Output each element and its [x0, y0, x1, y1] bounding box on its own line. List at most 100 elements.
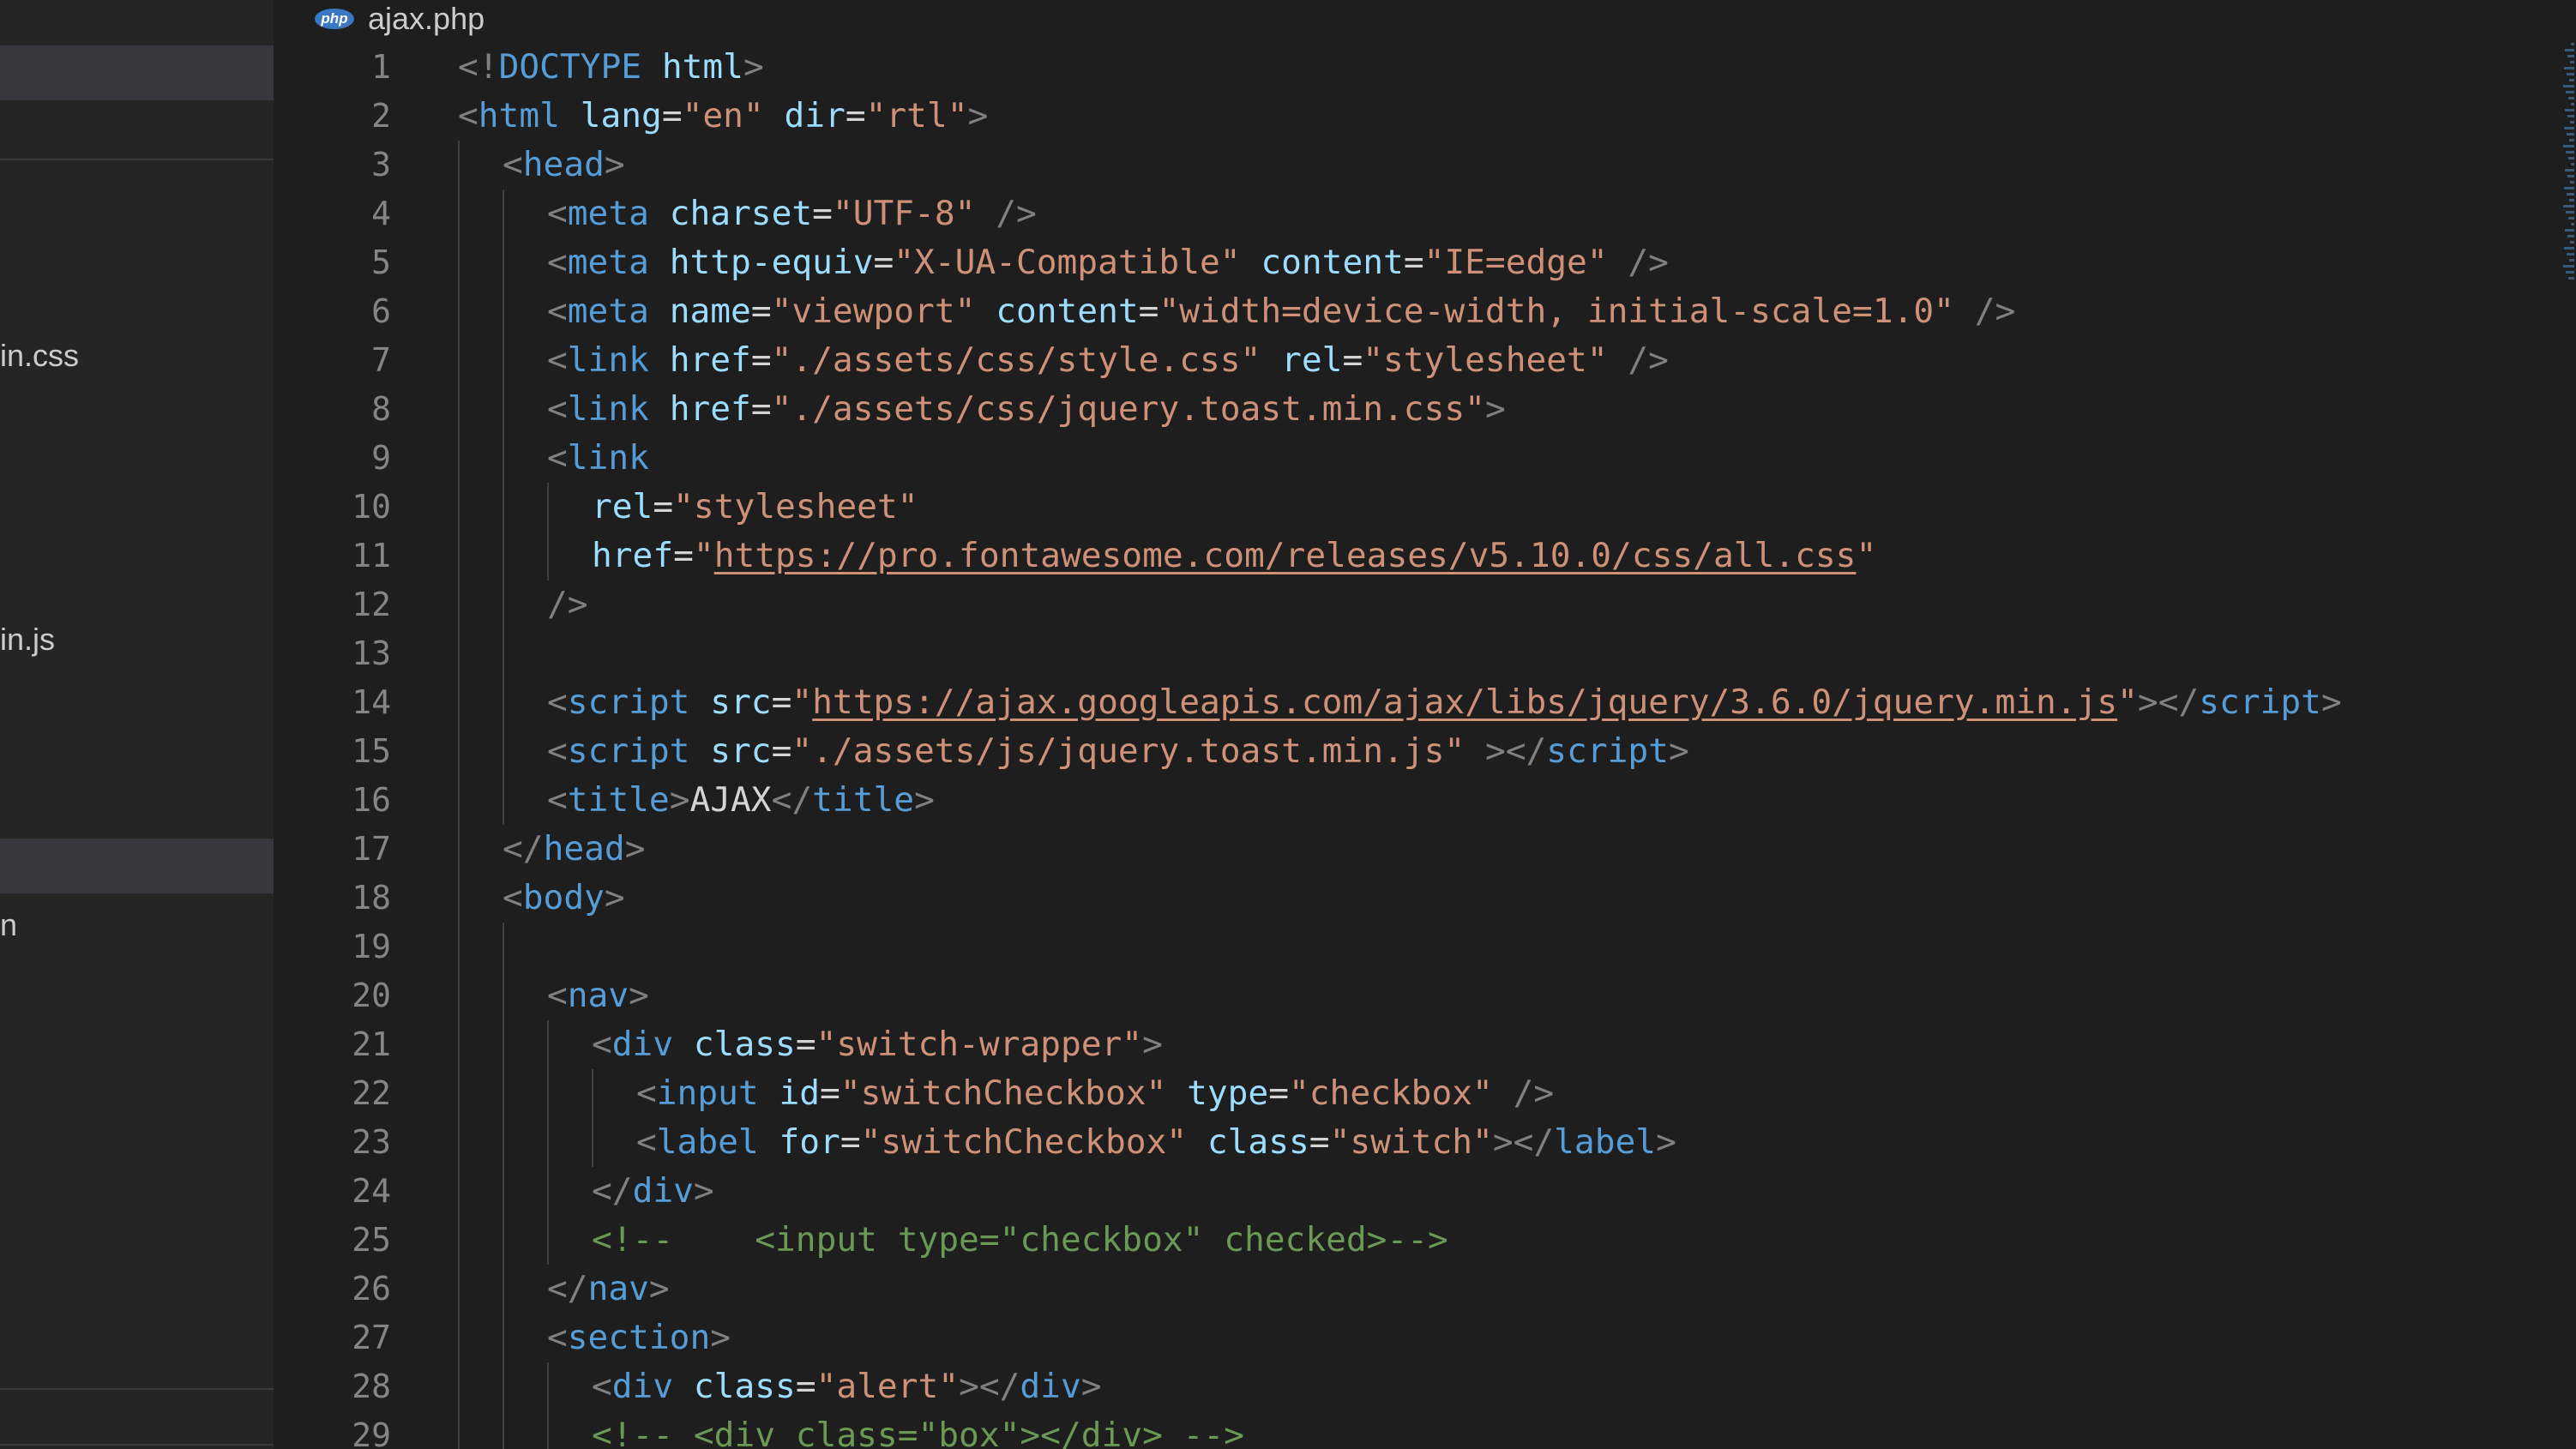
- code-line[interactable]: 23 <label for="switchCheckbox" class="swi…: [274, 1118, 2520, 1167]
- code-text: </div>: [592, 1171, 714, 1211]
- code-line[interactable]: 16 <title>AJAX</title>: [274, 776, 2520, 825]
- line-number: 22: [352, 1074, 391, 1112]
- indent-guide: [458, 1265, 460, 1314]
- minimap-line: [2568, 97, 2574, 99]
- code-line[interactable]: 11 href="https://pro.fontawesome.com/rele…: [274, 532, 2520, 580]
- line-number: 14: [352, 683, 391, 721]
- line-number: 12: [352, 586, 391, 623]
- indent-guide: [458, 287, 460, 336]
- line-number: 2: [371, 97, 391, 135]
- line-number: 17: [352, 830, 391, 868]
- minimap-line: [2570, 121, 2574, 123]
- code-line[interactable]: 22 <input id="switchCheckbox" type="check…: [274, 1069, 2520, 1118]
- minimap-line: [2571, 103, 2574, 105]
- indent-guide: [458, 483, 460, 532]
- code-line[interactable]: 8 <link href="./assets/css/jquery.toast.m…: [274, 385, 2520, 434]
- line-number: 29: [352, 1416, 391, 1449]
- indent-guide: [547, 483, 549, 532]
- editor-tab[interactable]: php ajax.php: [315, 0, 485, 38]
- code-text: rel="stylesheet": [592, 487, 918, 526]
- sidebar-item-label[interactable]: in.css: [0, 328, 79, 383]
- minimap-line: [2567, 115, 2574, 117]
- minimap-line: [2563, 145, 2574, 147]
- code-line[interactable]: 5 <meta http-equiv="X-UA-Compatible" cont…: [274, 238, 2520, 287]
- code-line[interactable]: 10 rel="stylesheet": [274, 483, 2520, 532]
- code-line[interactable]: 26 </nav>: [274, 1265, 2520, 1314]
- code-text: </nav>: [547, 1269, 670, 1308]
- code-line[interactable]: 1 <!DOCTYPE html>: [274, 43, 2520, 92]
- url-link[interactable]: https://ajax.googleapis.com/ajax/libs/jq…: [812, 682, 2117, 722]
- sidebar-selected-row[interactable]: [0, 45, 274, 100]
- line-number: 21: [352, 1025, 391, 1063]
- minimap-line: [2565, 229, 2574, 231]
- code-line[interactable]: 25 <!-- <input type="checkbox" checked>--…: [274, 1216, 2520, 1265]
- url-link[interactable]: https://pro.fontawesome.com/releases/v5.…: [714, 536, 1857, 575]
- code-line[interactable]: 7 <link href="./assets/css/style.css" rel…: [274, 336, 2520, 385]
- code-line[interactable]: 19: [274, 923, 2520, 971]
- code-line[interactable]: 28 <div class="alert"></div>: [274, 1362, 2520, 1411]
- line-number: 18: [352, 879, 391, 917]
- sidebar-divider: [0, 1388, 274, 1390]
- indent-guide: [503, 532, 504, 580]
- code-line[interactable]: 29 <!-- <div class="box"></div> -->: [274, 1411, 2520, 1449]
- code-line[interactable]: 14 <script src="https://ajax.googleapis.c…: [274, 678, 2520, 727]
- indent-guide: [503, 971, 504, 1020]
- line-number: 11: [352, 537, 391, 574]
- code-text: <input id="switchCheckbox" type="checkbo…: [636, 1073, 1555, 1113]
- minimap-line: [2565, 169, 2574, 171]
- code-line[interactable]: 6 <meta name="viewport" content="width=de…: [274, 287, 2520, 336]
- code-text: <!DOCTYPE html>: [458, 47, 764, 87]
- code-line[interactable]: 17 </head>: [274, 825, 2520, 874]
- indent-guide: [503, 1314, 504, 1362]
- code-line[interactable]: 24 </div>: [274, 1167, 2520, 1216]
- line-number: 4: [371, 195, 391, 232]
- minimap[interactable]: [2555, 0, 2576, 1449]
- line-number: 16: [352, 781, 391, 819]
- indent-guide: [458, 141, 460, 189]
- code-line[interactable]: 9 <link: [274, 434, 2520, 483]
- code-text: <title>AJAX</title>: [547, 780, 935, 820]
- code-line[interactable]: 21 <div class="switch-wrapper">: [274, 1020, 2520, 1069]
- code-line[interactable]: 20 <nav>: [274, 971, 2520, 1020]
- indent-guide: [458, 385, 460, 434]
- minimap-line: [2563, 85, 2574, 87]
- code-text: <head>: [503, 145, 625, 184]
- line-number: 8: [371, 390, 391, 428]
- indent-guide: [458, 1020, 460, 1069]
- code-line[interactable]: 27 <section>: [274, 1314, 2520, 1362]
- minimap-line: [2563, 265, 2574, 268]
- sidebar-item-label[interactable]: in.js: [0, 612, 55, 667]
- indent-guide: [458, 1411, 460, 1449]
- code-line[interactable]: 2 <html lang="en" dir="rtl">: [274, 92, 2520, 141]
- line-number: 1: [371, 48, 391, 86]
- indent-guide: [503, 678, 504, 727]
- code-line[interactable]: 18 <body>: [274, 874, 2520, 923]
- line-number: 3: [371, 146, 391, 183]
- code-line[interactable]: 12 />: [274, 580, 2520, 629]
- minimap-line: [2564, 127, 2574, 129]
- code-line[interactable]: 4 <meta charset="UTF-8" />: [274, 189, 2520, 238]
- code-line[interactable]: 15 <script src="./assets/js/jquery.toast.…: [274, 727, 2520, 776]
- indent-guide: [458, 189, 460, 238]
- minimap-line: [2566, 271, 2574, 274]
- code-text: <script src="https://ajax.googleapis.com…: [547, 682, 2342, 722]
- indent-guide: [458, 825, 460, 874]
- code-line[interactable]: 13: [274, 629, 2520, 678]
- minimap-line: [2566, 151, 2574, 153]
- code-text: <section>: [547, 1318, 731, 1357]
- code-line[interactable]: 3 <head>: [274, 141, 2520, 189]
- code-text: <!-- <input type="checkbox" checked>-->: [592, 1220, 1448, 1260]
- minimap-line: [2567, 73, 2574, 75]
- indent-guide: [547, 1167, 549, 1216]
- code-text: <link: [547, 438, 649, 478]
- indent-guide: [458, 580, 460, 629]
- code-text: </head>: [503, 829, 646, 869]
- indent-guide: [503, 1265, 504, 1314]
- indent-guide: [547, 1069, 549, 1118]
- code-text: <meta http-equiv="X-UA-Compatible" conte…: [547, 243, 1669, 282]
- code-editor[interactable]: php ajax.php 1 <!DOCTYPE html> 2 <html lang…: [274, 0, 2576, 1449]
- sidebar-item-label[interactable]: n: [0, 898, 17, 953]
- indent-guide: [592, 1118, 593, 1167]
- sidebar-selected-row[interactable]: [0, 839, 274, 893]
- indent-guide: [503, 1020, 504, 1069]
